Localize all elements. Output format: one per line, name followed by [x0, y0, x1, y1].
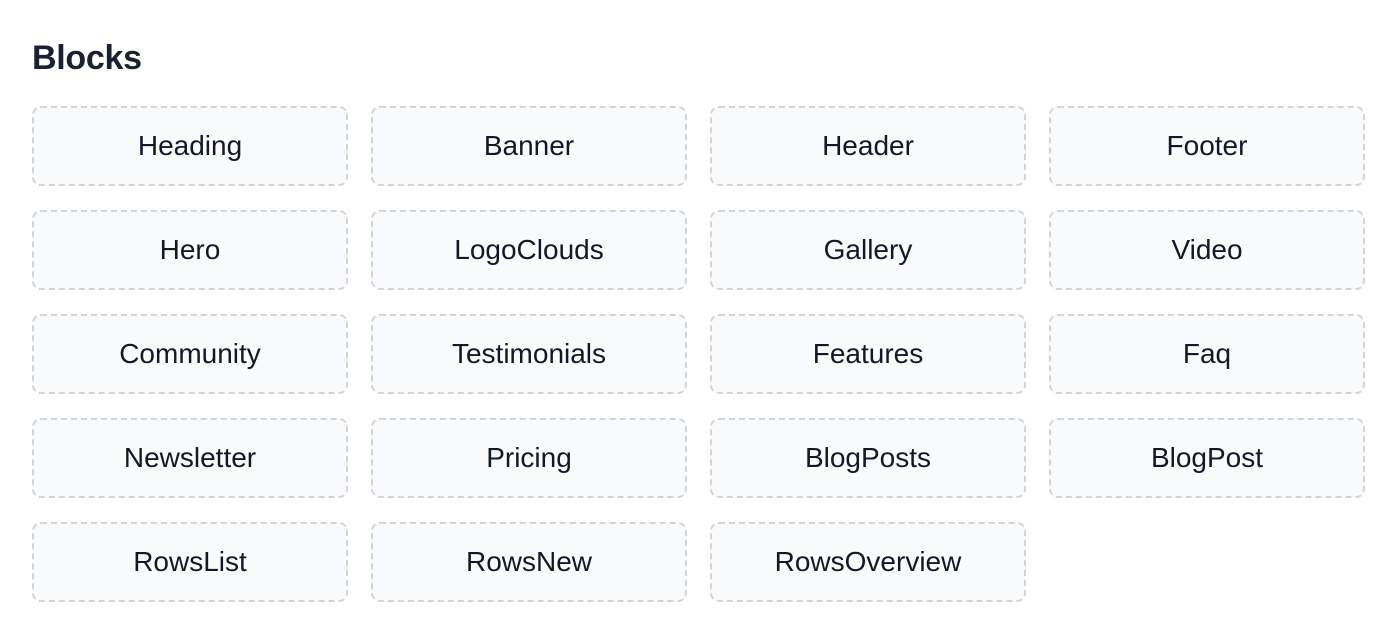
block-card-footer[interactable]: Footer: [1049, 106, 1365, 186]
block-card-video[interactable]: Video: [1049, 210, 1365, 290]
section-title: Blocks: [32, 39, 142, 77]
block-card-hero[interactable]: Hero: [32, 210, 348, 290]
block-card-rowsnew[interactable]: RowsNew: [371, 522, 687, 602]
block-card-newsletter[interactable]: Newsletter: [32, 418, 348, 498]
block-card-rowslist[interactable]: RowsList: [32, 522, 348, 602]
blocks-grid: Heading Banner Header Footer Hero LogoCl…: [32, 106, 1365, 602]
block-card-banner[interactable]: Banner: [371, 106, 687, 186]
block-card-community[interactable]: Community: [32, 314, 348, 394]
block-card-header[interactable]: Header: [710, 106, 1026, 186]
block-card-pricing[interactable]: Pricing: [371, 418, 687, 498]
block-card-logoclouds[interactable]: LogoClouds: [371, 210, 687, 290]
block-card-features[interactable]: Features: [710, 314, 1026, 394]
block-card-blogposts[interactable]: BlogPosts: [710, 418, 1026, 498]
block-card-faq[interactable]: Faq: [1049, 314, 1365, 394]
block-card-heading[interactable]: Heading: [32, 106, 348, 186]
block-card-blogpost[interactable]: BlogPost: [1049, 418, 1365, 498]
block-card-gallery[interactable]: Gallery: [710, 210, 1026, 290]
block-card-testimonials[interactable]: Testimonials: [371, 314, 687, 394]
block-card-rowsoverview[interactable]: RowsOverview: [710, 522, 1026, 602]
